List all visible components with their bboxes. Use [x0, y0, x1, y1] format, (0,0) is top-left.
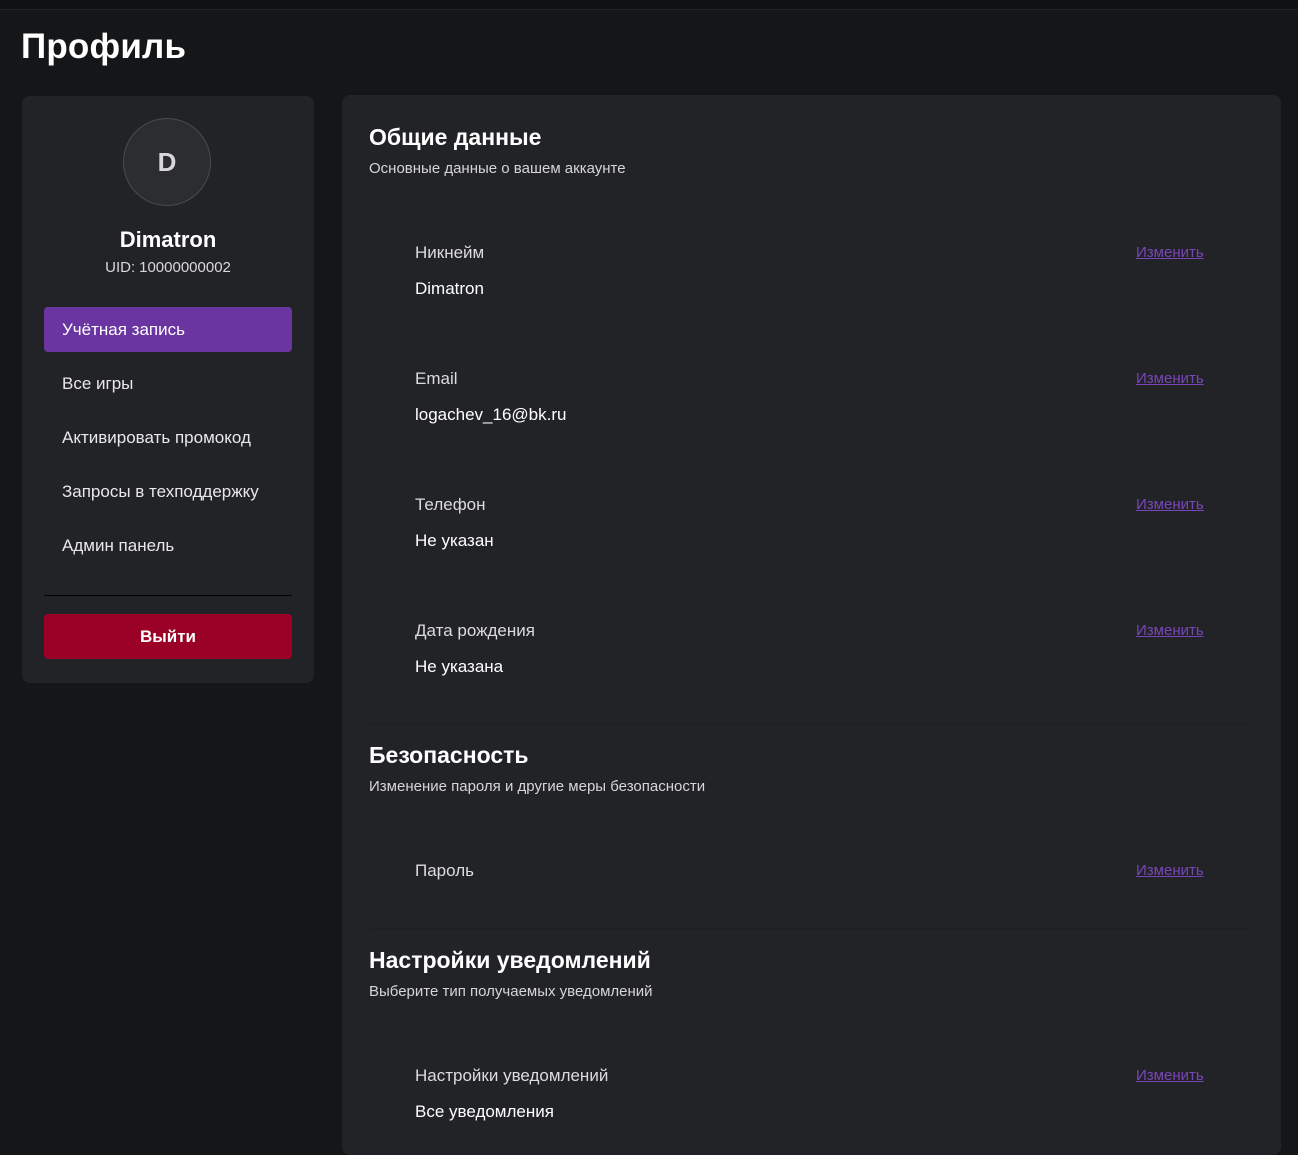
sidebar-item-activate-promocode[interactable]: Активировать промокод	[44, 415, 292, 460]
field-value-nickname: Dimatron	[415, 279, 484, 298]
edit-password-link[interactable]: Изменить	[1136, 862, 1204, 879]
sidebar-item-admin-panel[interactable]: Админ панель	[44, 523, 292, 568]
profile-sidebar: D Dimatron UID: 10000000002 Учётная запис…	[22, 96, 314, 683]
field-label-notification-settings: Настройки уведомлений	[415, 1066, 609, 1085]
user-name: Dimatron	[119, 227, 217, 252]
section-divider	[369, 928, 1252, 930]
field-value-email: logachev_16@bk.ru	[415, 405, 567, 424]
section-divider	[369, 723, 1252, 725]
edit-notification-settings-link[interactable]: Изменить	[1136, 1067, 1204, 1084]
sidebar-item-support-requests[interactable]: Запросы в техподдержку	[44, 469, 292, 514]
avatar: D	[123, 118, 211, 206]
section-subtitle-general: Основные данные о вашем аккаунте	[369, 160, 626, 177]
edit-phone-link[interactable]: Изменить	[1136, 496, 1204, 513]
section-title-general: Общие данные	[369, 124, 542, 150]
field-value-notification-settings: Все уведомления	[415, 1102, 554, 1121]
logout-button[interactable]: Выйти	[44, 614, 292, 659]
field-label-email: Email	[415, 369, 458, 388]
field-value-phone: Не указан	[415, 531, 494, 550]
edit-email-link[interactable]: Изменить	[1136, 370, 1204, 387]
page-title: Профиль	[21, 27, 187, 66]
section-subtitle-security: Изменение пароля и другие меры безопасно…	[369, 778, 706, 795]
field-label-nickname: Никнейм	[415, 243, 485, 262]
sidebar-item-account[interactable]: Учётная запись	[44, 307, 292, 352]
edit-birthdate-link[interactable]: Изменить	[1136, 622, 1204, 639]
top-strip	[0, 0, 1298, 10]
section-title-notifications: Настройки уведомлений	[369, 947, 651, 973]
user-uid: UID: 10000000002	[22, 259, 314, 276]
section-subtitle-notifications: Выберите тип получаемых уведомлений	[369, 983, 653, 1000]
field-label-phone: Телефон	[415, 495, 486, 514]
field-label-birthdate: Дата рождения	[415, 621, 535, 640]
sidebar-nav: Учётная запись Все игры Активировать про…	[44, 307, 292, 577]
main-panel: Общие данные Основные данные о вашем акк…	[342, 95, 1281, 1155]
field-label-password: Пароль	[415, 861, 474, 880]
uid-label: UID:	[105, 259, 136, 276]
field-value-birthdate: Не указана	[415, 657, 504, 676]
uid-value: 10000000002	[139, 259, 231, 276]
edit-nickname-link[interactable]: Изменить	[1136, 244, 1204, 261]
section-title-security: Безопасность	[369, 742, 529, 768]
sidebar-item-all-games[interactable]: Все игры	[44, 361, 292, 406]
sidebar-divider	[44, 595, 292, 596]
